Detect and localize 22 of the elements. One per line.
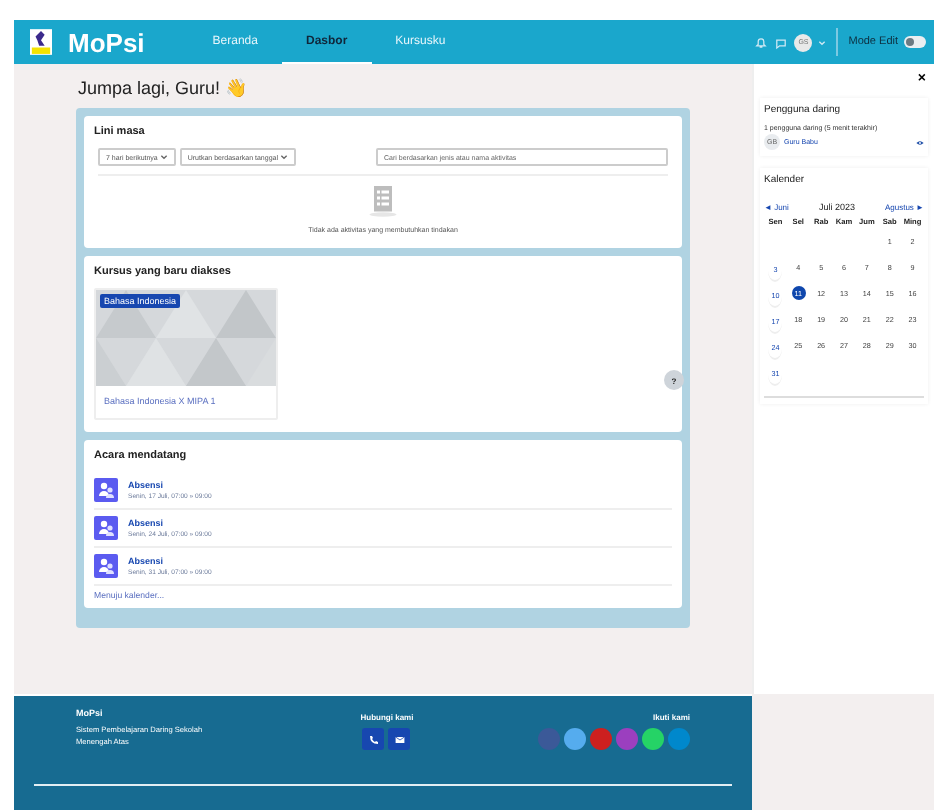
runner-logo-icon [30,28,52,56]
social-button[interactable] [589,728,612,750]
brand-name: MoPsi [68,27,145,57]
social-button[interactable] [667,728,690,750]
edit-mode-toggle[interactable] [904,36,926,48]
list-icon [368,184,398,218]
caret-icon[interactable] [818,39,827,45]
greeting-heading: Jumpa lagi, Guru! 👋 [78,78,250,98]
envelope-icon [393,733,406,745]
chat-icon[interactable] [774,35,789,49]
caret-icon [159,154,168,161]
bell-icon[interactable] [754,35,769,49]
people-icon [94,516,118,540]
social-button[interactable] [563,728,586,750]
phone-icon [367,733,380,745]
caret-icon [279,154,288,161]
social-button[interactable] [641,728,664,750]
eye-icon[interactable] [916,139,924,145]
phone-button[interactable] [362,728,385,750]
mail-button[interactable] [388,728,411,750]
people-icon [94,554,118,578]
people-icon [94,478,118,502]
